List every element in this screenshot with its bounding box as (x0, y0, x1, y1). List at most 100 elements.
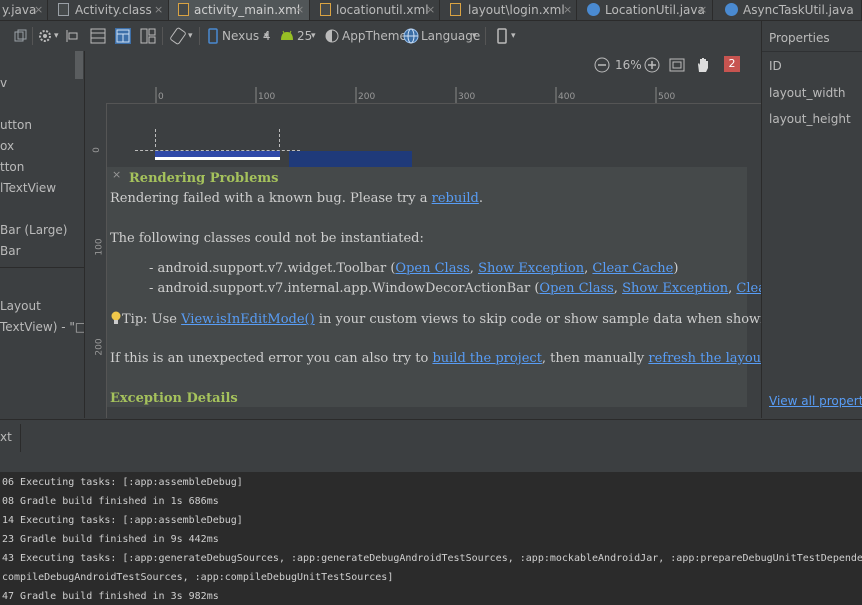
open-class-link[interactable]: Open Class (395, 261, 469, 276)
toolbar-separator (32, 27, 33, 45)
chevron-down-icon[interactable]: ▾ (264, 27, 269, 45)
text: If this is an unexpected error you can a… (110, 351, 433, 366)
blueprint-view-icon[interactable] (115, 28, 131, 44)
palette-item-progressbar-large[interactable]: Bar (Large) (0, 223, 67, 237)
design-view-icon[interactable] (90, 28, 106, 44)
orientation-icon[interactable] (169, 27, 187, 45)
copy-icon[interactable] (14, 29, 28, 43)
chevron-down-icon[interactable]: ▾ (54, 27, 59, 45)
text: , (469, 261, 479, 276)
messages-tab[interactable]: xt (0, 430, 12, 444)
text: Rendering failed with a known bug. Pleas… (110, 191, 432, 206)
ruler-label: 400 (558, 92, 576, 102)
ruler-label: 500 (658, 92, 676, 102)
actionbar-class-line: - android.support.v7.internal.app.Window… (149, 281, 761, 296)
error-count-badge[interactable]: 2 (724, 56, 740, 72)
tab-asynctaskutil-java[interactable]: AsyncTaskUtil.java (713, 0, 862, 20)
align-icon[interactable] (65, 29, 79, 43)
rebuild-line: Rendering failed with a known bug. Pleas… (110, 191, 483, 206)
ruler-label: 300 (458, 92, 476, 102)
tab-label: locationutil.xml (336, 3, 429, 17)
xml-file-icon (178, 3, 189, 16)
refresh-layout-link[interactable]: refresh the layout (648, 351, 761, 366)
chevron-down-icon[interactable]: ▾ (311, 27, 316, 45)
tab-label: layout\login.xml (468, 3, 565, 17)
tab-activity-main-xml[interactable]: activity_main.xml × (169, 0, 310, 20)
property-id[interactable]: ID (769, 59, 782, 73)
tab-login-xml[interactable]: layout\login.xml × (440, 0, 577, 20)
ruler-label: 100 (94, 238, 105, 256)
tab-activity-class[interactable]: Activity.class × (48, 0, 169, 20)
console-line: 08 Gradle build finished in 1s 686ms (2, 496, 219, 507)
chevron-down-icon[interactable]: ▾ (472, 27, 477, 45)
guide-line (279, 129, 281, 147)
show-exception-link[interactable]: Show Exception (622, 281, 728, 296)
chevron-down-icon[interactable]: ▾ (188, 27, 193, 45)
device-preview[interactable] (155, 151, 280, 160)
property-layout-width[interactable]: layout_width (769, 86, 846, 100)
ruler-horizontal: 0 100 200 300 400 500 (85, 81, 761, 104)
palette-scrollbar[interactable] (75, 51, 83, 79)
text: in your custom views to skip code or sho… (318, 312, 761, 327)
lightbulb-icon (111, 311, 121, 324)
tab-label: LocationUtil.java (605, 3, 705, 17)
close-panel-icon[interactable]: × (112, 168, 121, 181)
palette-item-textview[interactable]: lTextView (0, 181, 56, 195)
component-tree-item-layout[interactable]: Layout (0, 299, 41, 313)
palette-item[interactable]: v (0, 76, 7, 90)
tab-close-icon[interactable]: × (154, 0, 163, 20)
toolbar-separator (199, 27, 200, 45)
device-frame-icon[interactable] (497, 28, 507, 44)
tab-close-icon[interactable]: × (698, 0, 707, 20)
clear-cache-link[interactable]: Clear Cache (592, 261, 673, 276)
divider (20, 424, 21, 452)
clear-cache-link[interactable]: Clear Cache (736, 281, 761, 296)
java-class-icon (725, 3, 738, 16)
ruler-label: 200 (358, 92, 376, 102)
properties-title: Properties (769, 31, 830, 45)
chevron-down-icon[interactable]: ▾ (511, 27, 516, 45)
palette-item-checkbox[interactable]: ox (0, 139, 14, 153)
design-surface: 16% 2 0 100 200 300 400 500 0 100 200 × … (85, 51, 761, 418)
tab-locationutil-xml[interactable]: locationutil.xml × (310, 0, 440, 20)
split-view-icon[interactable] (140, 28, 156, 44)
show-exception-link[interactable]: Show Exception (478, 261, 584, 276)
tab-locationutil-java[interactable]: LocationUtil.java × (577, 0, 713, 20)
toolbar-separator (485, 27, 486, 45)
view-all-properties-link[interactable]: View all properties (769, 394, 862, 408)
property-layout-height[interactable]: layout_height (769, 112, 851, 126)
theme-selector[interactable]: AppTheme (342, 27, 407, 45)
palette-item-button[interactable]: utton (0, 118, 32, 132)
zoom-to-fit-icon[interactable] (669, 57, 685, 73)
is-in-edit-mode-link[interactable]: View.isInEditMode() (181, 312, 315, 327)
zoom-level: 16% (615, 58, 642, 72)
zoom-in-icon[interactable] (644, 57, 660, 73)
palette-item-radiobutton[interactable]: tton (0, 160, 24, 174)
palette-item-progressbar[interactable]: Bar (0, 244, 21, 258)
component-tree-item-textview[interactable]: TextView) - "□□□ (0, 320, 84, 334)
tab-close-icon[interactable]: × (563, 0, 572, 20)
build-project-link[interactable]: build the project (432, 351, 541, 366)
api-level-selector[interactable]: 25 (297, 27, 312, 45)
class-file-icon (58, 3, 69, 16)
open-class-link[interactable]: Open Class (539, 281, 613, 296)
tab-close-icon[interactable]: × (34, 0, 43, 20)
gear-icon[interactable] (37, 28, 53, 44)
divider (0, 267, 84, 268)
tab-label: AsyncTaskUtil.java (743, 3, 854, 17)
panel-title: Rendering Problems (129, 171, 279, 186)
tab-close-icon[interactable]: × (295, 0, 304, 20)
xml-file-icon (320, 3, 331, 16)
tab-close-icon[interactable]: × (426, 0, 435, 20)
console-line: 23 Gradle build finished in 9s 442ms (2, 534, 219, 545)
toolbar-separator (162, 27, 163, 45)
zoom-out-icon[interactable] (594, 57, 610, 73)
ruler-label: 0 (91, 147, 102, 153)
guide-line (155, 129, 157, 147)
console-line: 14 Executing tasks: [:app:assembleDebug] (2, 515, 243, 526)
tab-java-file[interactable]: y.java × (0, 0, 48, 20)
pan-hand-icon[interactable] (695, 56, 711, 74)
blueprint-preview[interactable] (289, 151, 412, 167)
rebuild-link[interactable]: rebuild (432, 191, 479, 206)
text: - android.support.v7.internal.app.Window… (149, 281, 540, 296)
